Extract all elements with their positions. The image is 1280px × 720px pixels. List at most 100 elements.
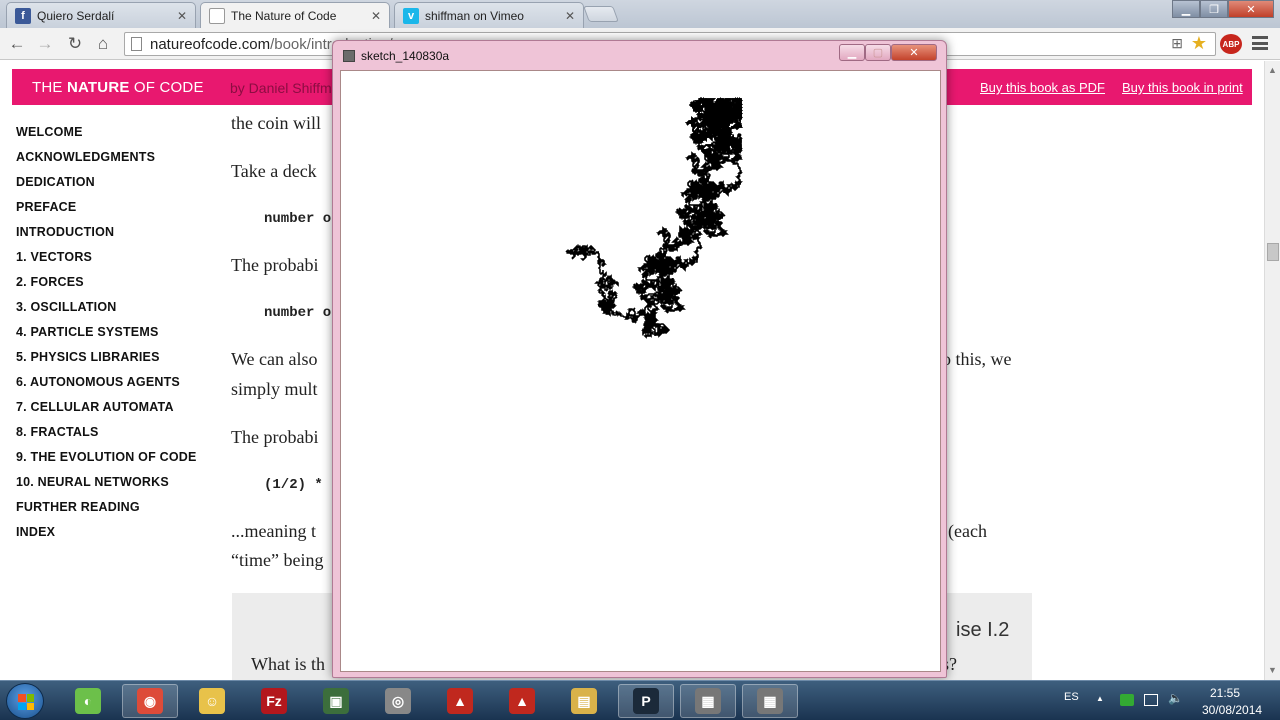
toc-item[interactable]: 3. OSCILLATION <box>16 298 197 323</box>
taskbar-app[interactable]: Fz <box>246 684 302 718</box>
buy-pdf-link[interactable]: Buy this book as PDF <box>980 80 1105 95</box>
toc-item[interactable]: FURTHER READING <box>16 498 197 523</box>
close-icon[interactable]: ✕ <box>371 9 381 23</box>
taskbar-app[interactable]: ☺ <box>184 684 240 718</box>
paragraph: the coin will <box>231 113 321 133</box>
logo-text-bold: NATURE <box>66 79 130 96</box>
adblock-icon[interactable]: ABP <box>1220 34 1242 54</box>
sketch-maximize-button[interactable]: ▢ <box>865 44 891 61</box>
chrome-icon: ◉ <box>137 688 163 714</box>
terminal-icon: ▣ <box>323 688 349 714</box>
autocad-icon: ▲ <box>447 688 473 714</box>
toc-item[interactable]: 4. PARTICLE SYSTEMS <box>16 323 197 348</box>
sketch-window-title: sketch_140830a <box>361 49 450 63</box>
url-host: natureofcode.com <box>150 35 271 53</box>
sketch-minimize-button[interactable]: ▁ <box>839 44 865 61</box>
minimize-button[interactable]: ▁ <box>1172 0 1200 18</box>
taskbar-app[interactable]: P <box>618 684 674 718</box>
scroll-down-icon[interactable]: ▼ <box>1268 665 1277 675</box>
tab-nature-of-code[interactable]: The Nature of Code ✕ <box>200 2 390 29</box>
taskbar-app[interactable]: ▣ <box>308 684 364 718</box>
taskbar-app[interactable]: ▦ <box>680 684 736 718</box>
taskbar-app[interactable]: ◐ <box>60 684 116 718</box>
toc-item[interactable]: INTRODUCTION <box>16 223 197 248</box>
taskbar-app[interactable]: ◎ <box>370 684 426 718</box>
site-logo[interactable]: THE NATURE OF CODE <box>32 79 204 96</box>
explorer-icon: ▤ <box>571 688 597 714</box>
scroll-up-icon[interactable]: ▲ <box>1268 65 1277 75</box>
processing-window-icon <box>343 50 355 62</box>
taskbar-app[interactable]: ▤ <box>556 684 612 718</box>
close-icon[interactable]: ✕ <box>565 9 575 23</box>
taskbar-app[interactable]: ▦ <box>742 684 798 718</box>
bookmark-star-icon[interactable]: ★ <box>1191 33 1207 54</box>
sketch-window-icon: ▦ <box>695 688 721 714</box>
code-line: (1/2) * <box>264 477 323 493</box>
scroll-thumb[interactable] <box>1267 243 1279 261</box>
paragraph: The probabi <box>231 255 319 275</box>
tab-title: Quiero Serdalí <box>37 8 115 23</box>
tab-title: shiffman on Vimeo <box>425 8 524 23</box>
toc-item[interactable]: INDEX <box>16 523 197 548</box>
autocad-alt-icon: ▲ <box>509 688 535 714</box>
clock-date[interactable]: 30/08/2014 <box>1202 703 1262 717</box>
media-icon: ◎ <box>385 688 411 714</box>
toc-item[interactable]: 8. FRACTALS <box>16 423 197 448</box>
code-line: number o <box>264 211 332 227</box>
tab-vimeo[interactable]: v shiffman on Vimeo ✕ <box>394 2 584 28</box>
toc-item[interactable]: 9. THE EVOLUTION OF CODE <box>16 448 197 473</box>
page-scrollbar[interactable]: ▲ ▼ <box>1264 61 1280 680</box>
reload-icon[interactable]: ↻ <box>64 33 86 55</box>
back-icon[interactable]: ← <box>6 33 28 55</box>
volume-icon[interactable]: 🔈 <box>1168 691 1183 705</box>
toc-item[interactable]: 5. PHYSICS LIBRARIES <box>16 348 197 373</box>
security-icon[interactable] <box>1120 694 1134 706</box>
taskbar: ◐ ◉ ☺ Fz ▣ ◎ ▲ ▲ ▤ P ▦ ▦ ES ▲ 🔈 21:55 30/08/2014 <box>0 680 1280 720</box>
logo-text: OF CODE <box>129 79 204 96</box>
restore-button[interactable]: ❐ <box>1200 0 1228 18</box>
sketch-window-2-icon: ▦ <box>757 688 783 714</box>
toc-item[interactable]: 10. NEURAL NETWORKS <box>16 473 197 498</box>
author-byline: by Daniel Shiffman <box>230 80 348 96</box>
taskbar-app[interactable]: ▲ <box>494 684 550 718</box>
table-of-contents: WELCOME ACKNOWLEDGMENTS DEDICATION PREFACE I… <box>16 123 197 548</box>
language-indicator[interactable]: ES <box>1064 691 1079 703</box>
close-window-button[interactable]: ✕ <box>1228 0 1274 18</box>
new-tab-button[interactable] <box>583 6 619 22</box>
paragraph: “time” being <box>231 550 324 570</box>
random-walk-drawing <box>565 97 743 339</box>
buy-print-link[interactable]: Buy this book in print <box>1122 80 1243 95</box>
toc-item[interactable]: 2. FORCES <box>16 273 197 298</box>
toc-item[interactable]: 1. VECTORS <box>16 248 197 273</box>
toc-item[interactable]: 6. AUTONOMOUS AGENTS <box>16 373 197 398</box>
network-icon[interactable] <box>1144 694 1158 706</box>
tab-strip: f Quiero Serdalí ✕ The Nature of Code ✕ … <box>0 0 1280 29</box>
close-icon[interactable]: ✕ <box>177 9 187 23</box>
toc-item[interactable]: 7. CELLULAR AUTOMATA <box>16 398 197 423</box>
toc-item[interactable]: ACKNOWLEDGMENTS <box>16 148 197 173</box>
home-icon[interactable]: ⌂ <box>92 33 114 55</box>
toc-item[interactable]: WELCOME <box>16 123 197 148</box>
menu-icon[interactable] <box>1252 36 1268 50</box>
page-icon <box>209 8 225 24</box>
forward-icon[interactable]: → <box>34 33 56 55</box>
sketch-close-button[interactable]: ✕ <box>891 44 937 61</box>
logo-text: THE <box>32 79 67 96</box>
sketch-window[interactable]: sketch_140830a ▁ ▢ ✕ <box>332 40 947 678</box>
code-line: number o <box>264 305 332 321</box>
vimeo-icon: v <box>403 7 419 24</box>
page-icon <box>131 37 142 51</box>
taskbar-app[interactable]: ▲ <box>432 684 488 718</box>
toc-item[interactable]: PREFACE <box>16 198 197 223</box>
start-button[interactable] <box>6 683 44 719</box>
tab-title: The Nature of Code <box>231 9 337 23</box>
translate-icon[interactable]: ⊞ <box>1171 35 1183 52</box>
paragraph: simply mult <box>231 379 318 399</box>
android-app-icon: ◐ <box>75 688 101 714</box>
sketch-canvas[interactable] <box>340 70 941 672</box>
clock-time[interactable]: 21:55 <box>1210 686 1240 700</box>
show-hidden-icons-icon[interactable]: ▲ <box>1096 694 1110 706</box>
toc-item[interactable]: DEDICATION <box>16 173 197 198</box>
taskbar-app[interactable]: ◉ <box>122 684 178 718</box>
tab-facebook[interactable]: f Quiero Serdalí ✕ <box>6 2 196 28</box>
